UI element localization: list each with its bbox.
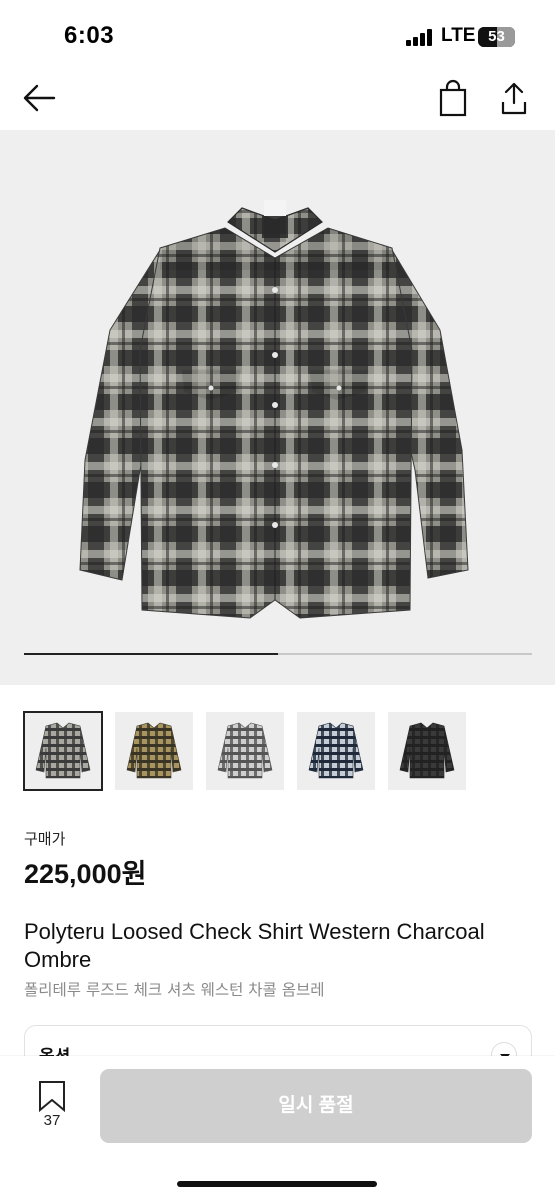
bottom-action-bar: 37 일시 품절 [0, 1056, 555, 1200]
thumbnail-black[interactable] [388, 712, 466, 790]
signal-icon [406, 29, 434, 46]
price-label: 구매가 [24, 830, 66, 848]
thumbnail-olive[interactable] [115, 712, 193, 790]
back-button[interactable] [18, 80, 62, 116]
thumbnail-grey[interactable] [206, 712, 284, 790]
gallery-progress-fill [24, 653, 278, 655]
arrow-left-icon [23, 84, 56, 112]
status-time: 6:03 [64, 22, 115, 49]
battery-level: 53 [488, 28, 505, 45]
product-title-korean: 폴리테루 루즈드 체크 셔츠 웨스턴 차콜 옴브레 [24, 981, 325, 999]
nav-bar [0, 70, 555, 130]
share-button[interactable] [494, 78, 534, 118]
network-label: LTE [441, 25, 476, 46]
thumbnail-charcoal-ombre[interactable] [23, 711, 103, 791]
product-title: Polyteru Loosed Check Shirt Western Char… [24, 919, 485, 972]
bookmark-icon [39, 1081, 65, 1113]
home-indicator [177, 1181, 377, 1187]
status-bar: 6:03 LTE 53 [0, 0, 555, 70]
product-image [79, 200, 469, 619]
thumbnail-navy[interactable] [297, 712, 375, 790]
price-value: 225,000원 [24, 859, 147, 889]
product-image-gallery[interactable] [0, 130, 555, 685]
shopping-bag-icon [439, 79, 467, 117]
thumbnail-strip [23, 711, 544, 792]
share-icon [501, 82, 527, 115]
wishlist-button[interactable]: 37 [30, 1080, 74, 1144]
wishlist-count: 37 [43, 1112, 61, 1129]
gallery-progress [24, 653, 532, 655]
battery-icon: 53 [478, 27, 515, 47]
shopping-bag-button[interactable] [434, 78, 472, 118]
sold-out-button[interactable]: 일시 품절 [100, 1069, 532, 1143]
